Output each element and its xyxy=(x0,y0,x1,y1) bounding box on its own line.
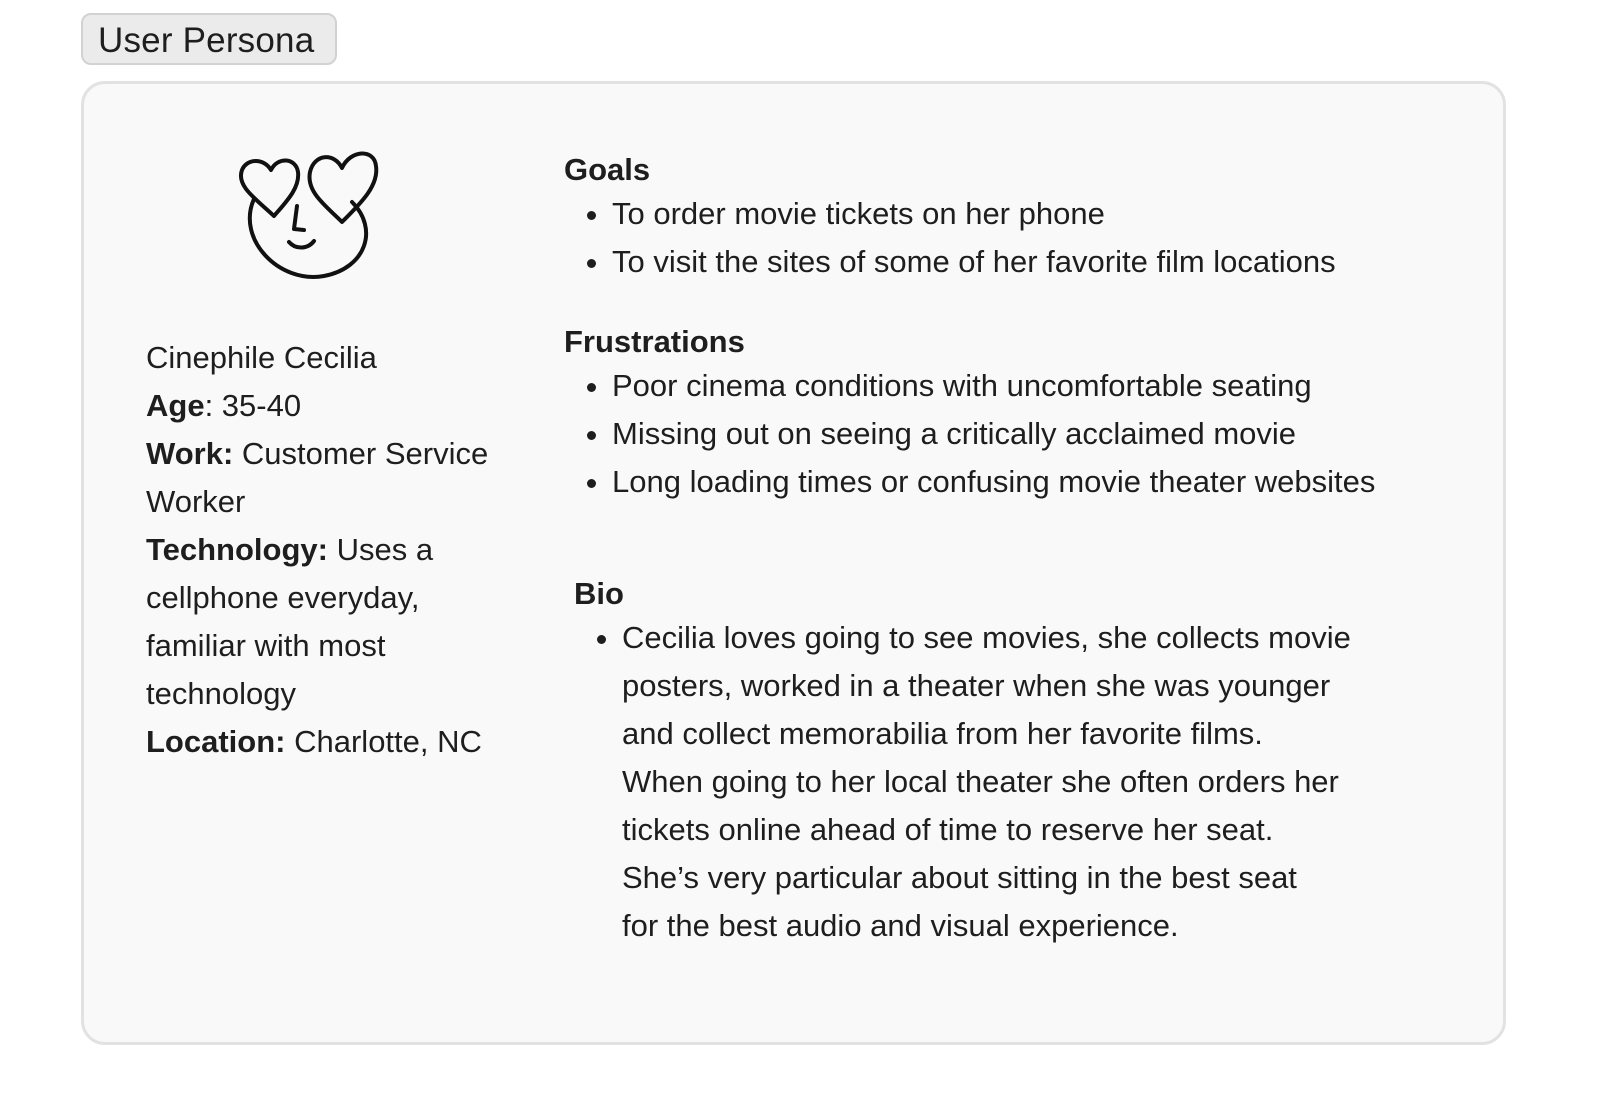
page: User Persona Cinephile Cecilia Age: 35-4… xyxy=(0,0,1600,1120)
bio-line: She’s very particular about sitting in t… xyxy=(622,860,1297,895)
heart-eyes-face-icon xyxy=(238,151,379,279)
age-label: Age xyxy=(146,388,205,423)
age-value: : 35-40 xyxy=(204,388,302,423)
persona-profile: Cinephile Cecilia Age: 35-40 Work: Custo… xyxy=(146,334,526,766)
bio-line: posters, worked in a theater when she wa… xyxy=(622,668,1331,703)
bio-line: and collect memorabilia from her favorit… xyxy=(622,716,1263,751)
list-item: To visit the sites of some of her favori… xyxy=(612,238,1464,286)
bio-line: When going to her local theater she ofte… xyxy=(622,764,1339,799)
persona-technology: Technology: Uses a cellphone everyday, f… xyxy=(146,526,526,718)
persona-card: Cinephile Cecilia Age: 35-40 Work: Custo… xyxy=(81,81,1506,1045)
list-item: Poor cinema conditions with uncomfortabl… xyxy=(612,362,1464,410)
bio-section: Bio Cecilia loves going to see movies, s… xyxy=(574,574,1434,950)
location-value: Charlotte, NC xyxy=(285,724,482,759)
bio-line: Cecilia loves going to see movies, she c… xyxy=(622,620,1351,655)
frustrations-list: Poor cinema conditions with uncomfortabl… xyxy=(564,362,1464,506)
frustrations-title: Frustrations xyxy=(564,324,745,359)
persona-age: Age: 35-40 xyxy=(146,382,526,430)
bio-line: for the best audio and visual experience… xyxy=(622,908,1179,943)
technology-label: Technology: xyxy=(146,532,328,567)
goals-section: Goals To order movie tickets on her phon… xyxy=(564,150,1464,286)
persona-location: Location: Charlotte, NC xyxy=(146,718,526,766)
goals-list: To order movie tickets on her phone To v… xyxy=(564,190,1464,286)
bio-list: Cecilia loves going to see movies, she c… xyxy=(574,614,1434,950)
persona-name: Cinephile Cecilia xyxy=(146,340,377,375)
persona-work: Work: Customer Service Worker xyxy=(146,430,526,526)
location-label: Location: xyxy=(146,724,286,759)
frustrations-section: Frustrations Poor cinema conditions with… xyxy=(564,322,1464,506)
goals-title: Goals xyxy=(564,152,651,187)
list-item: Missing out on seeing a critically accla… xyxy=(612,410,1464,458)
bio-line: tickets online ahead of time to reserve … xyxy=(622,812,1274,847)
user-persona-label: User Persona xyxy=(81,13,337,65)
bio-title: Bio xyxy=(574,576,624,611)
work-label: Work: xyxy=(146,436,234,471)
list-item: Long loading times or confusing movie th… xyxy=(612,458,1464,506)
bio-paragraph: Cecilia loves going to see movies, she c… xyxy=(622,614,1434,950)
list-item: To order movie tickets on her phone xyxy=(612,190,1464,238)
